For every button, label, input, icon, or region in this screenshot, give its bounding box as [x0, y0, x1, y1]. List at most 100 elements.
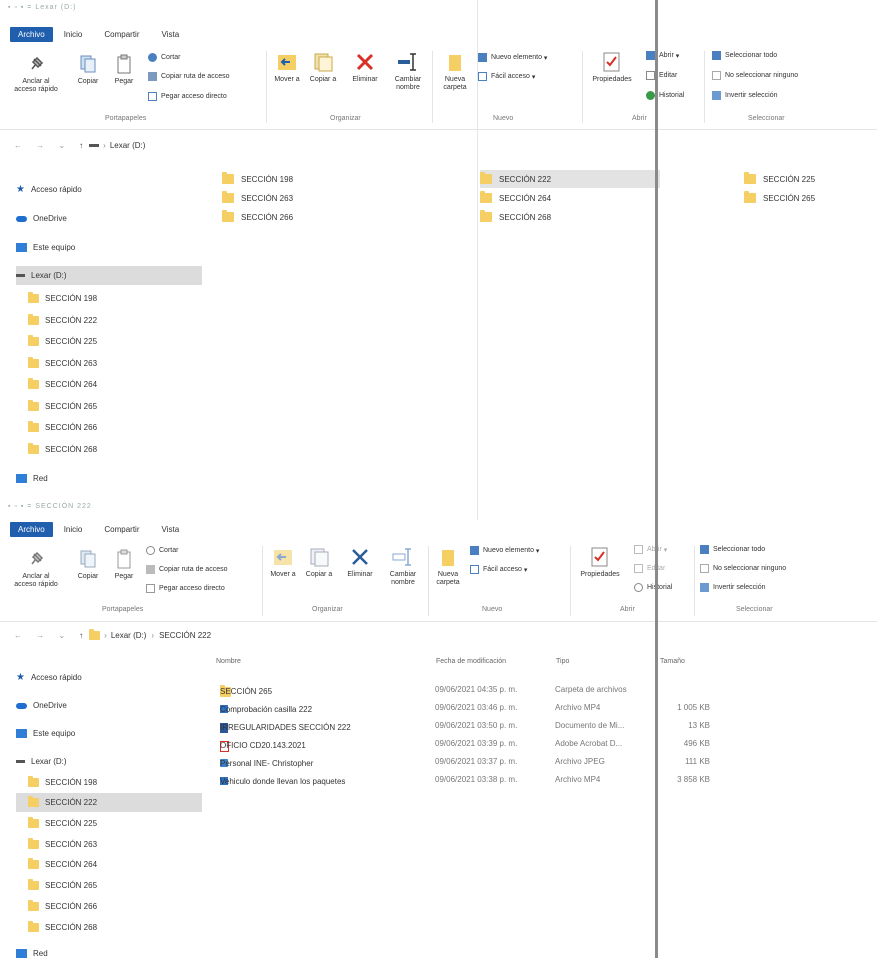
new-item-button[interactable]: Nuevo elemento ▾	[478, 53, 547, 62]
nav-onedrive[interactable]: OneDrive	[16, 696, 202, 715]
nav-folder[interactable]: SECCIÓN 225	[28, 332, 202, 351]
file-row[interactable]: SECCIÓN 265 09/06/2021 04:35 p. m. Carpe…	[220, 681, 740, 699]
breadcrumb-lexar[interactable]: Lexar (D:)	[111, 631, 147, 640]
tab-inicio[interactable]: Inicio	[53, 27, 94, 42]
cut-button[interactable]: Cortar	[148, 53, 180, 62]
easy-access-button[interactable]: Fácil acceso ▾	[478, 72, 535, 81]
column-header-name[interactable]: Nombre	[216, 658, 241, 665]
file-row[interactable]: Personal INE- Christopher 09/06/2021 03:…	[220, 753, 740, 771]
nav-quick-access[interactable]: ★ Acceso rápido	[16, 180, 202, 199]
folder-item[interactable]: SECCIÓN 225	[744, 170, 815, 188]
nav-folder[interactable]: SECCIÓN 225	[28, 814, 202, 833]
paste-shortcut-button[interactable]: Pegar acceso directo	[148, 92, 227, 101]
nav-lexar-drive[interactable]: Lexar (D:)	[16, 752, 202, 771]
paste-button[interactable]: Pegar	[108, 53, 140, 86]
copy-path-button[interactable]: Copiar ruta de acceso	[146, 565, 227, 574]
copy-path-button[interactable]: Copiar ruta de acceso	[148, 72, 229, 81]
nav-arrows[interactable]: ← → ⌄	[14, 141, 71, 150]
edit-button[interactable]: Editar	[634, 564, 665, 573]
nav-this-pc[interactable]: Este equipo	[16, 238, 202, 257]
nav-network[interactable]: Red	[16, 469, 202, 488]
nav-network[interactable]: Red	[16, 944, 202, 958]
rename-button[interactable]: Cambiar nombre	[382, 546, 424, 587]
properties-button[interactable]: Propiedades	[584, 51, 640, 84]
new-folder-button[interactable]: Nueva carpeta	[436, 51, 474, 92]
select-none-button[interactable]: No seleccionar ninguno	[712, 71, 798, 80]
nav-folder[interactable]: SECCIÓN 266	[28, 897, 202, 916]
history-button[interactable]: Historial	[634, 583, 672, 592]
column-header-type[interactable]: Tipo	[556, 658, 569, 665]
nav-this-pc[interactable]: Este equipo	[16, 724, 202, 743]
tab-archivo[interactable]: Archivo	[10, 521, 53, 537]
select-all-button[interactable]: Seleccionar todo	[712, 51, 777, 60]
nav-arrows[interactable]: ← → ⌄	[14, 631, 71, 640]
folder-item-selected[interactable]: SECCIÓN 222	[480, 170, 660, 188]
nav-quick-access[interactable]: ★ Acceso rápido	[16, 668, 202, 687]
delete-button[interactable]: Eliminar	[340, 546, 380, 579]
rename-button[interactable]: Cambiar nombre	[387, 51, 429, 92]
nav-folder[interactable]: SECCIÓN 266	[28, 418, 202, 437]
new-folder-button[interactable]: Nueva carpeta	[430, 546, 466, 587]
properties-button[interactable]: Propiedades	[572, 546, 628, 579]
invert-selection-button[interactable]: Invertir selección	[712, 91, 778, 100]
cut-button[interactable]: Cortar	[146, 546, 178, 555]
move-to-button[interactable]: Mover a	[266, 546, 300, 579]
edit-button[interactable]: Editar	[646, 71, 677, 80]
tab-archivo[interactable]: Archivo	[10, 26, 53, 42]
select-all-button[interactable]: Seleccionar todo	[700, 545, 765, 554]
nav-onedrive[interactable]: OneDrive	[16, 209, 202, 228]
nav-folder[interactable]: SECCIÓN 265	[28, 876, 202, 895]
file-row[interactable]: IRREGULARIDADES SECCIÓN 222 09/06/2021 0…	[220, 717, 740, 735]
file-row[interactable]: Vehiculo donde llevan los paquetes 09/06…	[220, 771, 740, 789]
file-row[interactable]: OFICIO CD20.143.2021 09/06/2021 03:39 p.…	[220, 735, 740, 753]
folder-item[interactable]: SECCIÓN 268	[480, 208, 551, 226]
paste-button[interactable]: Pegar	[108, 548, 140, 581]
tab-compartir[interactable]: Compartir	[93, 27, 150, 42]
new-item-button[interactable]: Nuevo elemento ▾	[470, 546, 539, 555]
open-button[interactable]: Abrir ▾	[646, 51, 679, 60]
nav-folder[interactable]: SECCIÓN 263	[28, 835, 202, 854]
copy-button[interactable]: Copiar	[72, 53, 104, 86]
delete-button[interactable]: Eliminar	[345, 51, 385, 84]
file-row[interactable]: Comprobación casilla 222 09/06/2021 03:4…	[220, 699, 740, 717]
folder-item[interactable]: SECCIÓN 263	[222, 189, 293, 207]
address-bar[interactable]: ← → ⌄ ↑ › Lexar (D:) › SECCIÓN 222	[0, 627, 877, 643]
history-button[interactable]: Historial	[646, 91, 684, 100]
nav-folder[interactable]: SECCIÓN 263	[28, 354, 202, 373]
open-button[interactable]: Abrir ▾	[634, 545, 667, 554]
pin-quick-access-button[interactable]: Anclar al acceso rápido	[12, 548, 60, 589]
folder-item[interactable]: SECCIÓN 266	[222, 208, 293, 226]
address-bar[interactable]: ← → ⌄ ↑ › Lexar (D:)	[0, 137, 877, 153]
tab-inicio[interactable]: Inicio	[53, 522, 94, 537]
nav-folder[interactable]: SECCIÓN 264	[28, 375, 202, 394]
pin-quick-access-button[interactable]: Anclar al acceso rápido	[12, 53, 60, 94]
select-none-button[interactable]: No seleccionar ninguno	[700, 564, 786, 573]
tab-vista[interactable]: Vista	[151, 27, 191, 42]
copy-to-button[interactable]: Copiar a	[306, 51, 340, 84]
easy-access-button[interactable]: Fácil acceso ▾	[470, 565, 527, 574]
nav-folder[interactable]: SECCIÓN 264	[28, 855, 202, 874]
move-to-button[interactable]: Mover a	[270, 51, 304, 84]
paste-shortcut-button[interactable]: Pegar acceso directo	[146, 584, 225, 593]
nav-folder[interactable]: SECCIÓN 268	[28, 440, 202, 459]
nav-folder[interactable]: SECCIÓN 198	[28, 289, 202, 308]
nav-folder-selected[interactable]: SECCIÓN 222	[16, 793, 202, 812]
nav-folder[interactable]: SECCIÓN 198	[28, 773, 202, 792]
nav-folder[interactable]: SECCIÓN 268	[28, 918, 202, 937]
nav-lexar-drive[interactable]: Lexar (D:)	[16, 266, 202, 285]
up-arrow-icon[interactable]: ↑	[79, 631, 83, 640]
up-arrow-icon[interactable]: ↑	[79, 141, 83, 150]
nav-folder[interactable]: SECCIÓN 265	[28, 397, 202, 416]
column-header-size[interactable]: Tamaño	[660, 658, 685, 665]
copy-button[interactable]: Copiar	[72, 548, 104, 581]
column-header-date[interactable]: Fecha de modificación	[436, 658, 506, 665]
nav-folder[interactable]: SECCIÓN 222	[28, 311, 202, 330]
folder-item[interactable]: SECCIÓN 265	[744, 189, 815, 207]
folder-item[interactable]: SECCIÓN 198	[222, 170, 293, 188]
copy-to-button[interactable]: Copiar a	[302, 546, 336, 579]
folder-item[interactable]: SECCIÓN 264	[480, 189, 551, 207]
breadcrumb-lexar[interactable]: Lexar (D:)	[110, 141, 146, 150]
tab-vista[interactable]: Vista	[151, 522, 191, 537]
breadcrumb-seccion[interactable]: SECCIÓN 222	[159, 631, 211, 640]
tab-compartir[interactable]: Compartir	[93, 522, 150, 537]
